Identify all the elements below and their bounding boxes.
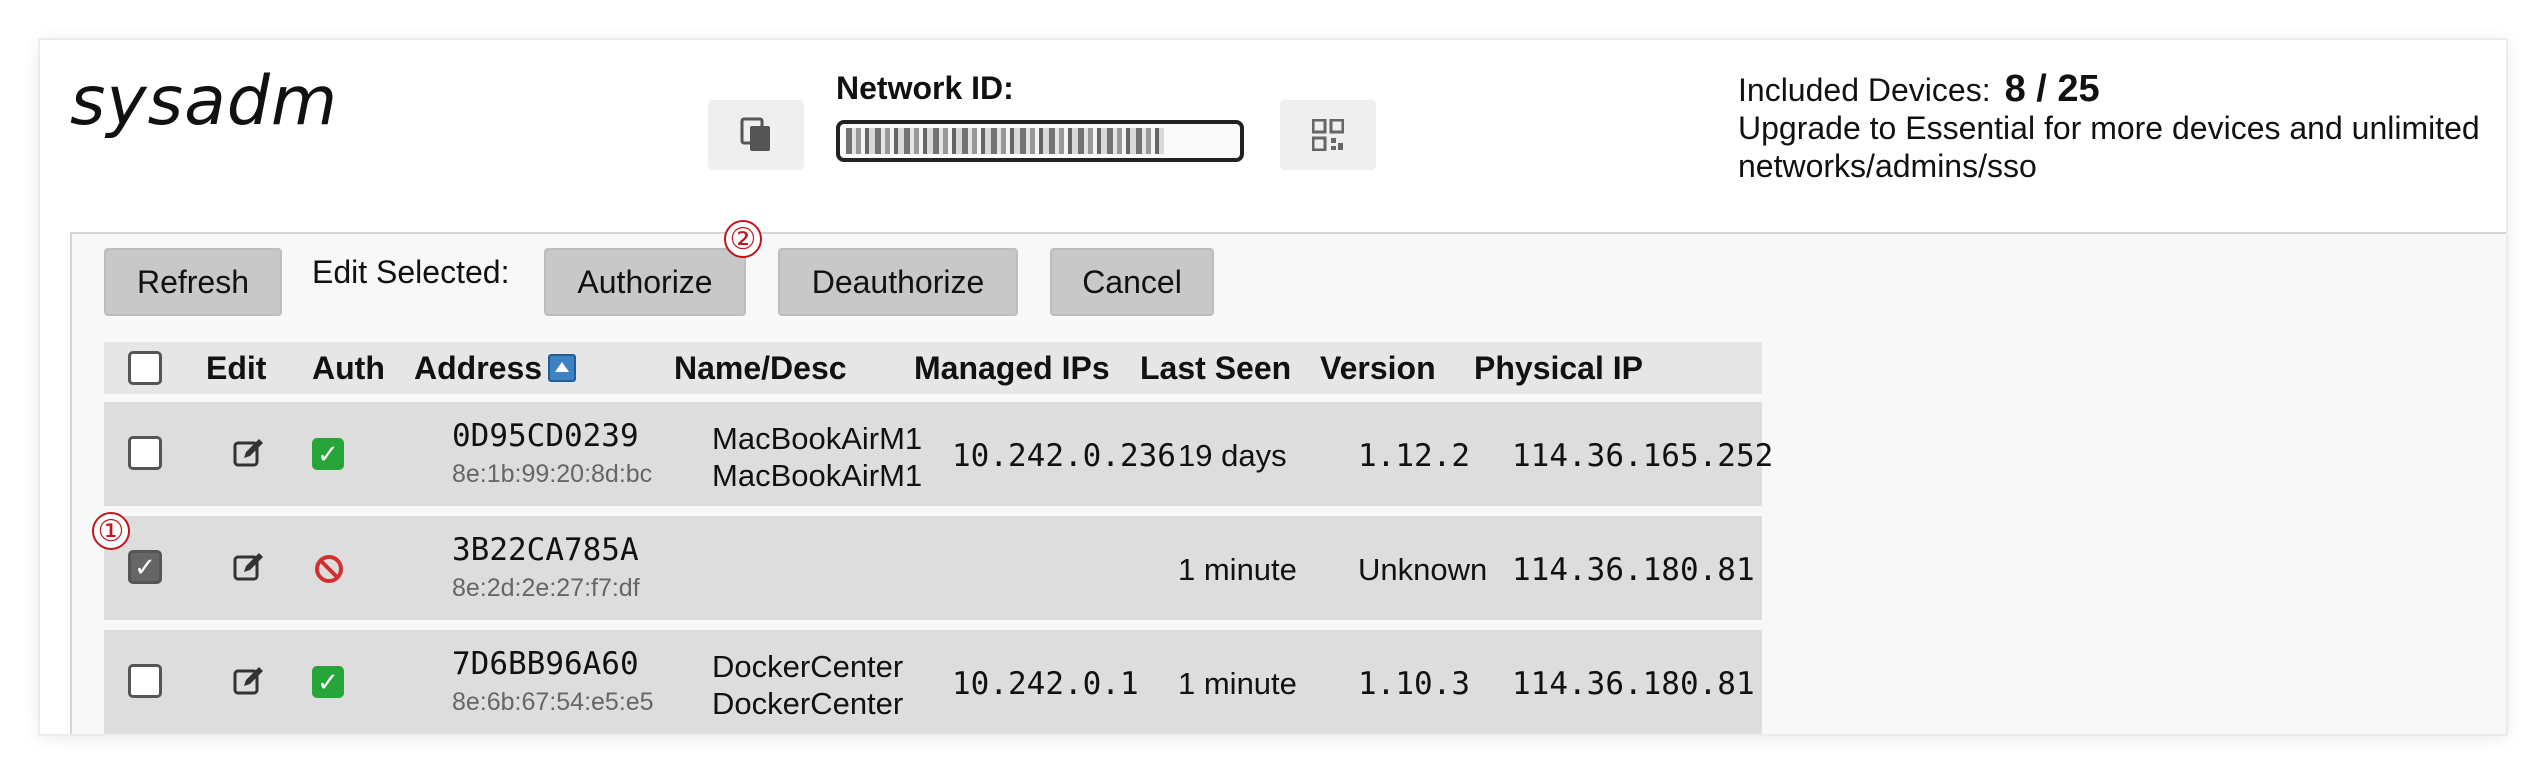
version: Unknown bbox=[1358, 552, 1488, 587]
table-row[interactable]: ✓ 0D95CD0239 8e:1b:99:20:8d:bc MacBookAi… bbox=[104, 402, 1773, 506]
managed-ip: 10.242.0.236 bbox=[952, 438, 1176, 474]
network-id-field[interactable] bbox=[836, 120, 1244, 162]
copy-network-id-button[interactable] bbox=[708, 100, 804, 170]
member-description: MacBookAirM1 bbox=[712, 458, 923, 493]
deauthorized-icon[interactable] bbox=[314, 554, 344, 584]
member-description: DockerCenter bbox=[712, 686, 904, 721]
qr-code-button[interactable] bbox=[1280, 100, 1376, 170]
authorized-check-icon[interactable]: ✓ bbox=[312, 666, 344, 698]
upgrade-notice: Upgrade to Essential for more devices an… bbox=[1738, 110, 2480, 184]
app-window: sysadm Network ID: Included Devices: 8 / … bbox=[40, 40, 2506, 734]
cancel-button[interactable]: Cancel bbox=[1050, 248, 1214, 316]
member-mac: 8e:1b:99:20:8d:bc bbox=[452, 460, 653, 488]
column-header-name: Name/Desc bbox=[674, 350, 847, 386]
network-title: sysadm bbox=[70, 62, 339, 141]
column-header-address[interactable]: Address bbox=[414, 350, 577, 387]
physical-ip: 114.36.165.252 bbox=[1512, 438, 1774, 474]
managed-ip: 10.242.0.1 bbox=[952, 666, 1139, 702]
row-select-checkbox[interactable] bbox=[128, 436, 162, 470]
column-header-physical-ip: Physical IP bbox=[1474, 350, 1643, 386]
column-header-version: Version bbox=[1320, 350, 1436, 386]
authorize-button[interactable]: Authorize bbox=[544, 248, 746, 316]
table-row[interactable]: ✓ 7D6BB96A60 8e:6b:67:54:e5:e5 DockerCen… bbox=[104, 630, 1762, 734]
member-address: 3B22CA785A bbox=[452, 532, 639, 568]
copy-icon bbox=[740, 117, 770, 151]
table-header: Edit Auth Address Name/Desc Managed IPs … bbox=[104, 342, 1762, 394]
column-header-auth: Auth bbox=[312, 350, 385, 386]
included-devices-count: 8 / 25 bbox=[2004, 68, 2100, 110]
sort-ascending-icon[interactable] bbox=[548, 354, 577, 382]
device-quota: Included Devices: 8 / 25 Upgrade to Essen… bbox=[1738, 70, 2498, 185]
authorized-check-icon[interactable]: ✓ bbox=[312, 438, 344, 470]
physical-ip: 114.36.180.81 bbox=[1512, 666, 1755, 702]
member-name: DockerCenter bbox=[712, 649, 904, 684]
deauthorize-button[interactable]: Deauthorize bbox=[778, 248, 1018, 316]
column-header-managed-ips: Managed IPs bbox=[914, 350, 1110, 386]
qr-code-icon bbox=[1312, 119, 1344, 151]
edit-icon[interactable] bbox=[232, 550, 266, 584]
edit-icon[interactable] bbox=[232, 436, 266, 470]
network-id-label: Network ID: bbox=[836, 70, 1014, 106]
member-address: 0D95CD0239 bbox=[452, 418, 639, 454]
redacted-network-id bbox=[846, 128, 1164, 154]
refresh-button[interactable]: Refresh bbox=[104, 248, 282, 316]
select-all-checkbox[interactable] bbox=[128, 351, 162, 385]
member-mac: 8e:2d:2e:27:f7:df bbox=[452, 574, 640, 602]
step-marker-2: ② bbox=[724, 220, 762, 258]
last-seen: 1 minute bbox=[1178, 666, 1297, 701]
last-seen: 1 minute bbox=[1178, 552, 1297, 587]
member-name: MacBookAirM1 bbox=[712, 421, 923, 456]
last-seen: 19 days bbox=[1178, 438, 1287, 473]
row-select-checkbox[interactable] bbox=[128, 664, 162, 698]
included-devices-label: Included Devices: bbox=[1738, 72, 1991, 108]
table-row[interactable]: ✓ 3B22CA785A 8e:2d:2e:27:f7:df 1 minute … bbox=[104, 516, 1762, 620]
row-select-checkbox-checked[interactable]: ✓ bbox=[128, 550, 162, 584]
edit-icon[interactable] bbox=[232, 664, 266, 698]
version: 1.12.2 bbox=[1358, 438, 1470, 474]
column-header-edit: Edit bbox=[206, 350, 267, 386]
member-address: 7D6BB96A60 bbox=[452, 646, 639, 682]
physical-ip: 114.36.180.81 bbox=[1512, 552, 1755, 588]
member-mac: 8e:6b:67:54:e5:e5 bbox=[452, 688, 654, 716]
column-header-address-label: Address bbox=[414, 350, 543, 386]
step-marker-1: ① bbox=[92, 512, 130, 550]
version: 1.10.3 bbox=[1358, 666, 1470, 702]
column-header-last-seen: Last Seen bbox=[1140, 350, 1292, 386]
edit-selected-label: Edit Selected: bbox=[312, 254, 510, 290]
